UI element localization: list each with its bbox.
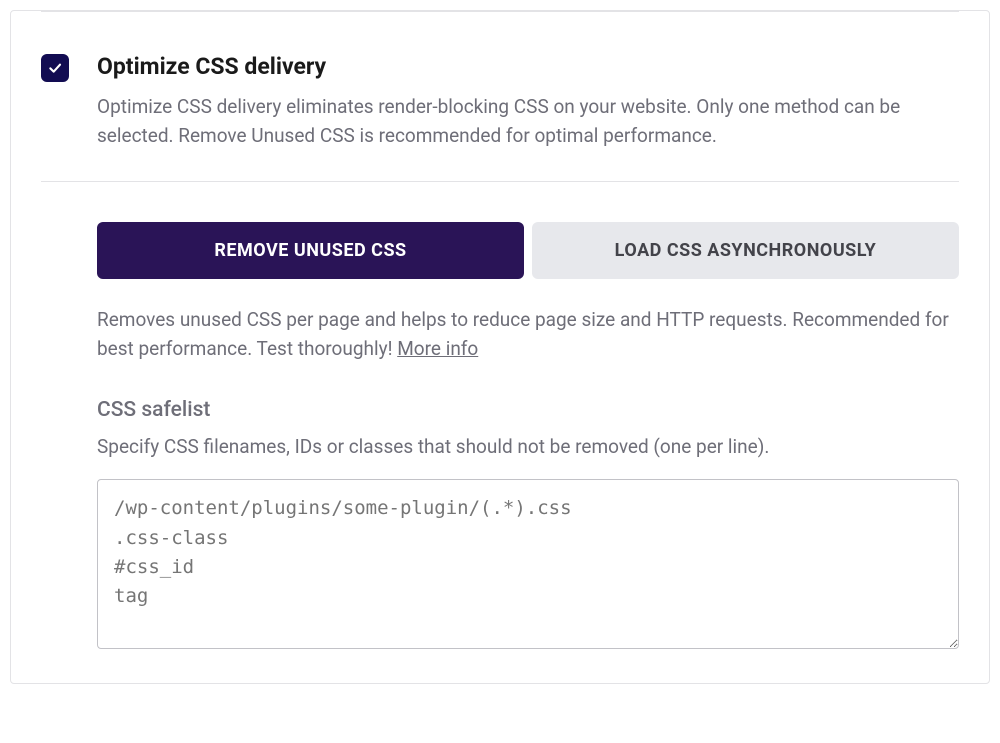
header-text-block: Optimize CSS delivery Optimize CSS deliv… (97, 52, 959, 151)
css-safelist-description: Specify CSS filenames, IDs or classes th… (97, 432, 959, 461)
optimize-css-checkbox[interactable] (41, 54, 69, 82)
more-info-link[interactable]: More info (397, 337, 478, 360)
optimize-css-header: Optimize CSS delivery Optimize CSS deliv… (11, 12, 989, 151)
tab-remove-unused-css[interactable]: REMOVE UNUSED CSS (97, 222, 524, 279)
optimize-css-description: Optimize CSS delivery eliminates render-… (97, 92, 959, 151)
tab-load-css-async[interactable]: LOAD CSS ASYNCHRONOUSLY (532, 222, 959, 279)
optimize-css-title: Optimize CSS delivery (97, 52, 959, 82)
check-icon (47, 60, 63, 76)
css-safelist-textarea[interactable] (97, 479, 959, 649)
settings-panel: Optimize CSS delivery Optimize CSS deliv… (10, 10, 990, 684)
css-safelist-title: CSS safelist (97, 398, 959, 422)
method-description-text: Removes unused CSS per page and helps to… (97, 308, 949, 360)
optimize-css-content: REMOVE UNUSED CSS LOAD CSS ASYNCHRONOUSL… (11, 182, 989, 683)
method-description: Removes unused CSS per page and helps to… (97, 305, 959, 364)
method-tabs: REMOVE UNUSED CSS LOAD CSS ASYNCHRONOUSL… (97, 222, 959, 279)
